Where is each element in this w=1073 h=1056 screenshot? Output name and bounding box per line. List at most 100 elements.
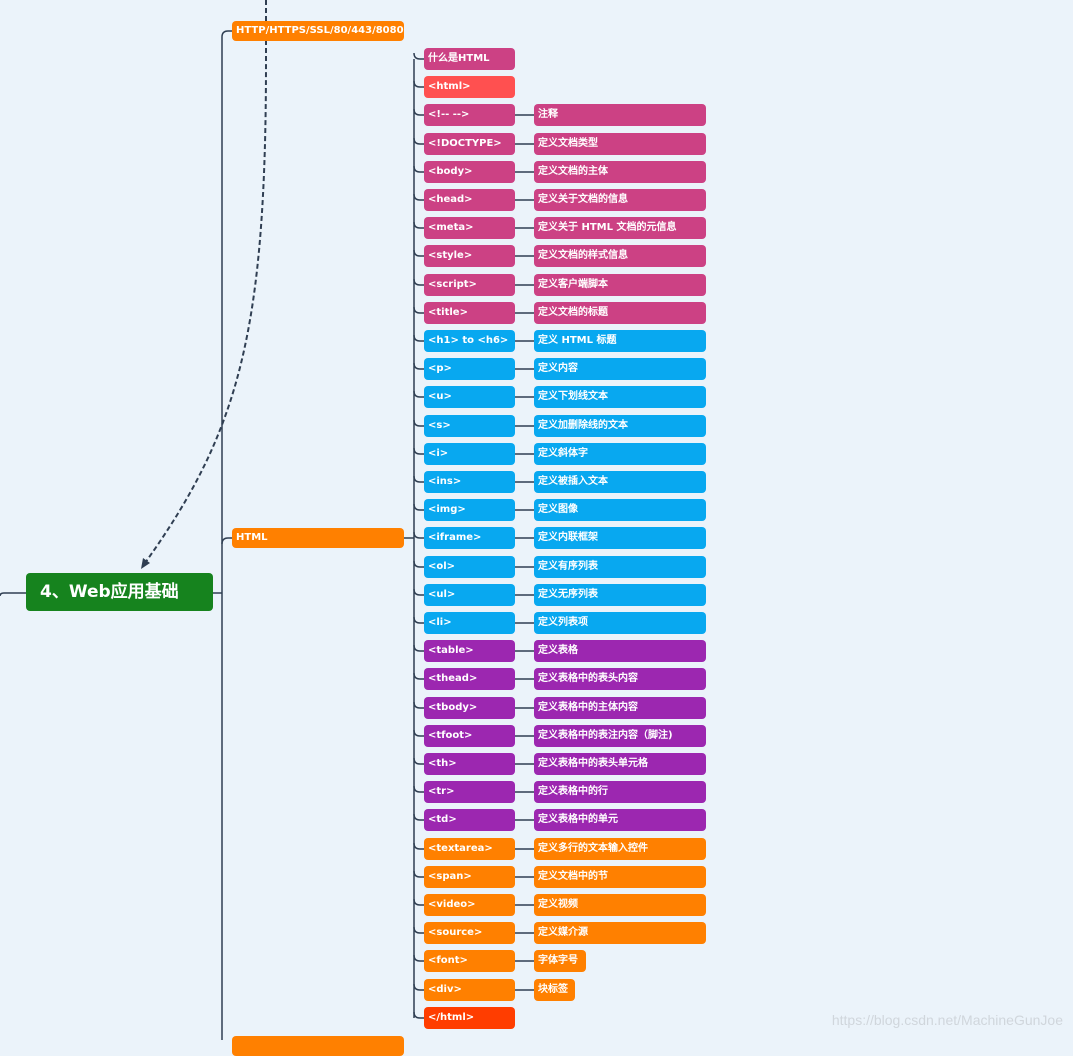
branch-connector — [221, 30, 232, 38]
child-connector — [413, 842, 424, 850]
html-tag-node[interactable]: <p> — [424, 358, 515, 380]
branch-connector — [221, 537, 232, 545]
html-tag-description[interactable]: 定义有序列表 — [534, 556, 706, 578]
child-connector — [413, 560, 424, 568]
html-tag-node[interactable]: <tr> — [424, 781, 515, 803]
mindmap-canvas: 4、Web应用基础 HTTP/HTTPS/SSL/80/443/8080 HTML… — [0, 0, 1073, 1056]
html-tag-description[interactable]: 定义下划线文本 — [534, 386, 706, 408]
html-tag-description[interactable]: 定义斜体字 — [534, 443, 706, 465]
child-connector — [413, 870, 424, 878]
html-tag-node[interactable]: <th> — [424, 753, 515, 775]
html-tag-node[interactable]: <span> — [424, 866, 515, 888]
html-tag-node[interactable]: <ol> — [424, 556, 515, 578]
html-tag-node[interactable]: <div> — [424, 979, 515, 1001]
html-tag-node[interactable]: </html> — [424, 1007, 515, 1029]
html-tag-node[interactable]: 什么是HTML — [424, 48, 515, 70]
watermark: https://blog.csdn.net/MachineGunJoe — [831, 1012, 1063, 1028]
html-tag-description[interactable]: 定义表格中的表头内容 — [534, 668, 706, 690]
child-connector — [413, 983, 424, 991]
html-tag-node[interactable]: <li> — [424, 612, 515, 634]
child-connector — [413, 362, 424, 370]
child-connector — [413, 447, 424, 455]
html-tag-description[interactable]: 定义客户端脚本 — [534, 274, 706, 296]
child-connector — [413, 475, 424, 483]
child-connector — [413, 644, 424, 652]
child-connector — [413, 108, 424, 116]
html-tag-description[interactable]: 定义被插入文本 — [534, 471, 706, 493]
html-tag-node[interactable]: <font> — [424, 950, 515, 972]
child-connector — [413, 165, 424, 173]
child-connector — [413, 898, 424, 906]
html-tag-node[interactable]: <style> — [424, 245, 515, 267]
arrowhead-icon — [141, 558, 150, 569]
html-tag-description[interactable]: 定义表格中的表注内容（脚注) — [534, 725, 706, 747]
html-tag-description[interactable]: 定义文档的标题 — [534, 302, 706, 324]
child-connector — [413, 729, 424, 737]
html-tag-description[interactable]: 定义文档的主体 — [534, 161, 706, 183]
html-tag-description[interactable]: 定义关于 HTML 文档的元信息 — [534, 217, 706, 239]
html-tag-description[interactable]: 定义图像 — [534, 499, 706, 521]
html-tag-description[interactable]: 定义 HTML 标题 — [534, 330, 706, 352]
html-tag-node[interactable]: <script> — [424, 274, 515, 296]
html-tag-node[interactable]: <meta> — [424, 217, 515, 239]
html-tag-node[interactable]: <u> — [424, 386, 515, 408]
child-connector — [413, 334, 424, 342]
html-tag-node[interactable]: <source> — [424, 922, 515, 944]
branch-node[interactable] — [232, 1036, 404, 1056]
html-tag-description[interactable]: 定义表格中的行 — [534, 781, 706, 803]
relationship-arrow — [144, 0, 267, 564]
html-tag-node[interactable]: <h1> to <h6> — [424, 330, 515, 352]
html-tag-node[interactable]: <td> — [424, 809, 515, 831]
html-tag-node[interactable]: <s> — [424, 415, 515, 437]
html-tag-description[interactable]: 定义文档类型 — [534, 133, 706, 155]
html-tag-description[interactable]: 块标签 — [534, 979, 575, 1001]
child-connector — [413, 757, 424, 765]
branch-node[interactable]: HTML — [232, 528, 404, 548]
html-tag-description[interactable]: 定义表格中的单元 — [534, 809, 706, 831]
html-tag-node[interactable]: <img> — [424, 499, 515, 521]
html-tag-node[interactable]: <tfoot> — [424, 725, 515, 747]
html-tag-description[interactable]: 注释 — [534, 104, 706, 126]
child-connector — [413, 390, 424, 398]
html-tag-node[interactable]: <thead> — [424, 668, 515, 690]
html-tag-description[interactable]: 定义表格中的主体内容 — [534, 697, 706, 719]
child-connector — [413, 531, 424, 539]
html-tag-description[interactable]: 定义媒介源 — [534, 922, 706, 944]
html-tag-description[interactable]: 字体字号 — [534, 950, 586, 972]
html-tag-node[interactable]: <iframe> — [424, 527, 515, 549]
html-tag-node[interactable]: <tbody> — [424, 697, 515, 719]
child-connector — [413, 52, 424, 60]
html-tag-description[interactable]: 定义关于文档的信息 — [534, 189, 706, 211]
html-tag-node[interactable]: <head> — [424, 189, 515, 211]
html-tag-description[interactable]: 定义无序列表 — [534, 584, 706, 606]
html-tag-description[interactable]: 定义内容 — [534, 358, 706, 380]
html-tag-node[interactable]: <table> — [424, 640, 515, 662]
html-tag-node[interactable]: <i> — [424, 443, 515, 465]
html-tag-description[interactable]: 定义表格 — [534, 640, 706, 662]
html-tag-description[interactable]: 定义多行的文本输入控件 — [534, 838, 706, 860]
html-tag-description[interactable]: 定义加删除线的文本 — [534, 415, 706, 437]
html-tag-description[interactable]: 定义文档的样式信息 — [534, 245, 706, 267]
html-tag-node[interactable]: <textarea> — [424, 838, 515, 860]
html-tag-node[interactable]: <video> — [424, 894, 515, 916]
child-connector — [413, 785, 424, 793]
child-connector — [413, 503, 424, 511]
html-tag-description[interactable]: 定义列表项 — [534, 612, 706, 634]
child-connector — [413, 419, 424, 427]
html-tag-description[interactable]: 定义视频 — [534, 894, 706, 916]
html-tag-node[interactable]: <body> — [424, 161, 515, 183]
child-connector — [413, 672, 424, 680]
child-connector — [413, 813, 424, 821]
html-tag-node[interactable]: <title> — [424, 302, 515, 324]
html-tag-node[interactable]: <!-- --> — [424, 104, 515, 126]
html-tag-description[interactable]: 定义内联框架 — [534, 527, 706, 549]
html-tag-description[interactable]: 定义表格中的表头单元格 — [534, 753, 706, 775]
html-tag-description[interactable]: 定义文档中的节 — [534, 866, 706, 888]
html-tag-node[interactable]: <ins> — [424, 471, 515, 493]
root-node[interactable]: 4、Web应用基础 — [26, 573, 213, 611]
html-tag-node[interactable]: <!DOCTYPE> — [424, 133, 515, 155]
html-tag-node[interactable]: <ul> — [424, 584, 515, 606]
html-tag-node[interactable]: <html> — [424, 76, 515, 98]
child-connector — [413, 588, 424, 596]
branch-node[interactable]: HTTP/HTTPS/SSL/80/443/8080 — [232, 21, 404, 41]
